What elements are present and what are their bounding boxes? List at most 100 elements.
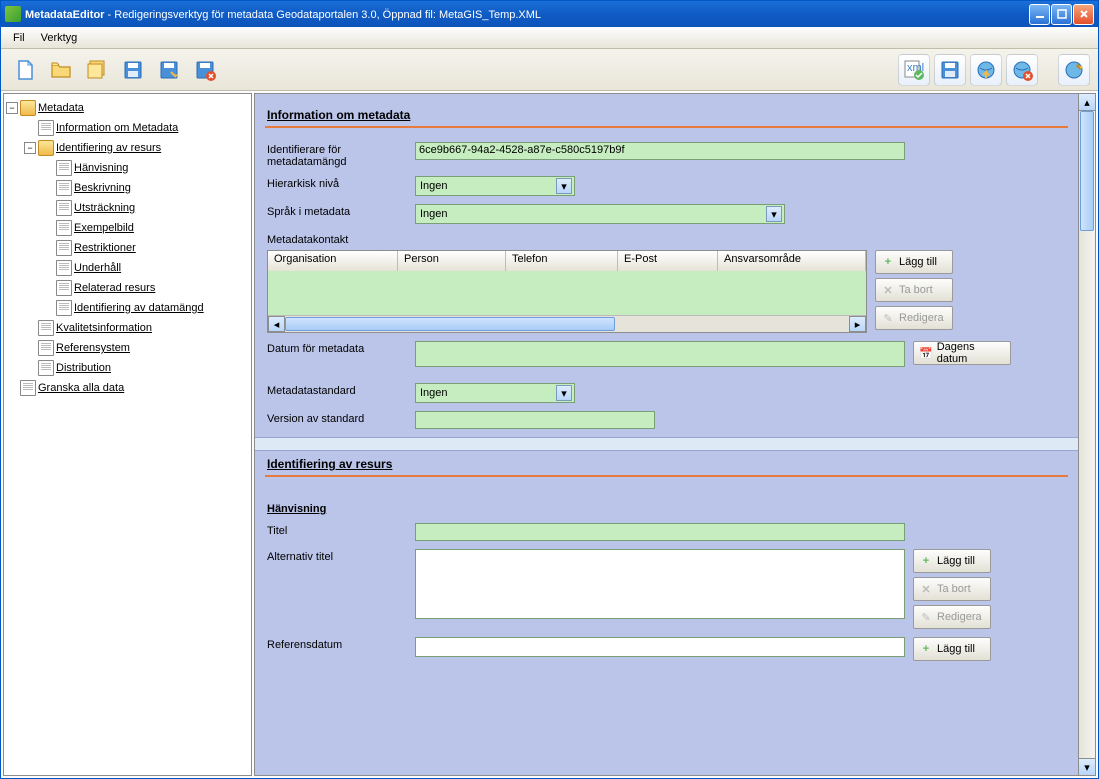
vscroll-thumb[interactable] [1080, 111, 1094, 231]
input-refdatum[interactable] [415, 637, 905, 657]
col-ansvar[interactable]: Ansvarsområde [718, 251, 866, 271]
validate-button[interactable]: xml [898, 54, 930, 86]
edit-alttitel-button[interactable]: ✎Redigera [913, 605, 991, 629]
folder-open-icon [20, 100, 36, 116]
select-sprak[interactable]: Ingen ▾ [415, 204, 785, 224]
tree-info-metadata[interactable]: Information om Metadata [6, 118, 249, 138]
tree-exempelbild[interactable]: Exempelbild [6, 218, 249, 238]
tree-underhall[interactable]: Underhåll [6, 258, 249, 278]
file-icon [38, 120, 54, 136]
file-icon [38, 340, 54, 356]
label-version: Version av standard [265, 411, 415, 425]
upload-button[interactable] [970, 54, 1002, 86]
tree-utstrackning[interactable]: Utsträckning [6, 198, 249, 218]
scroll-left-icon[interactable]: ◂ [268, 316, 285, 332]
scroll-down-icon[interactable]: ▾ [1079, 758, 1095, 775]
section-gap [255, 437, 1078, 451]
plus-icon: + [919, 642, 933, 656]
label-identifier: Identifierare för metadatamängd [265, 142, 415, 168]
pencil-icon: ✎ [919, 610, 933, 624]
today-button[interactable]: 📅Dagens datum [913, 341, 1011, 365]
scroll-area: Information om metadata Identifierare fö… [254, 93, 1079, 776]
tree-granska[interactable]: Granska alla data [6, 378, 249, 398]
maximize-button[interactable] [1051, 4, 1072, 25]
input-datum[interactable] [415, 341, 905, 367]
tree-pane[interactable]: − Metadata Information om Metadata − Ide… [3, 93, 252, 776]
select-standard[interactable]: Ingen ▾ [415, 383, 575, 403]
label-standard: Metadatastandard [265, 383, 415, 397]
tree-kvalitet[interactable]: Kvalitetsinformation [6, 318, 249, 338]
section-info-title: Information om metadata [265, 102, 1068, 124]
collapse-icon[interactable]: − [24, 142, 36, 154]
contact-table: Organisation Person Telefon E-Post Ansva… [267, 250, 867, 333]
col-telefon[interactable]: Telefon [506, 251, 618, 271]
plus-icon: + [919, 554, 933, 568]
table-body[interactable] [268, 271, 866, 315]
tree-restriktioner[interactable]: Restriktioner [6, 238, 249, 258]
file-icon [56, 280, 72, 296]
tree-ident-datamangd[interactable]: Identifiering av datamängd [6, 298, 249, 318]
chevron-down-icon: ▾ [766, 206, 782, 222]
app-icon [5, 6, 21, 22]
body-area: − Metadata Information om Metadata − Ide… [1, 91, 1098, 778]
window-title: MetadataEditor - Redigeringsverktyg för … [25, 7, 1029, 21]
download-button[interactable] [1006, 54, 1038, 86]
tree-beskrivning[interactable]: Beskrivning [6, 178, 249, 198]
input-identifier[interactable]: 6ce9b667-94a2-4528-a87e-c580c5197b9f [415, 142, 905, 160]
file-icon [56, 240, 72, 256]
add-contact-button[interactable]: +Lägg till [875, 250, 953, 274]
save-remote-button[interactable] [934, 54, 966, 86]
new-file-button[interactable] [9, 54, 41, 86]
folder-open-icon [38, 140, 54, 156]
label-alt-titel: Alternativ titel [265, 549, 415, 563]
save-multi-button[interactable] [81, 54, 113, 86]
col-org[interactable]: Organisation [268, 251, 398, 271]
save-as-button[interactable] [153, 54, 185, 86]
tree-hanvisning[interactable]: Hänvisning [6, 158, 249, 178]
close-button[interactable] [1073, 4, 1094, 25]
scroll-up-icon[interactable]: ▴ [1079, 94, 1095, 111]
app-window: MetadataEditor - Redigeringsverktyg för … [0, 0, 1099, 779]
file-icon [38, 320, 54, 336]
vscrollbar[interactable]: ▴ ▾ [1079, 93, 1096, 776]
subsection-hanvisning: Hänvisning [265, 491, 1068, 523]
hscroll-thumb[interactable] [285, 317, 615, 331]
minimize-button[interactable] [1029, 4, 1050, 25]
collapse-icon[interactable]: − [6, 102, 18, 114]
tree-distribution[interactable]: Distribution [6, 358, 249, 378]
delete-button[interactable] [189, 54, 221, 86]
open-file-button[interactable] [45, 54, 77, 86]
col-person[interactable]: Person [398, 251, 506, 271]
file-icon [56, 180, 72, 196]
input-alt-titel[interactable] [415, 549, 905, 619]
edit-contact-button[interactable]: ✎Redigera [875, 306, 953, 330]
menu-tools[interactable]: Verktyg [33, 30, 86, 46]
menu-file[interactable]: Fil [5, 30, 33, 46]
label-datum: Datum för metadata [265, 341, 415, 355]
file-icon [56, 160, 72, 176]
remove-alttitel-button[interactable]: ✕Ta bort [913, 577, 991, 601]
scroll-right-icon[interactable]: ▸ [849, 316, 866, 332]
select-hierarki[interactable]: Ingen ▾ [415, 176, 575, 196]
menubar: Fil Verktyg [1, 27, 1098, 49]
input-titel[interactable] [415, 523, 905, 541]
plus-icon: + [881, 255, 895, 269]
remove-contact-button[interactable]: ✕Ta bort [875, 278, 953, 302]
file-icon [56, 200, 72, 216]
add-alttitel-button[interactable]: +Lägg till [913, 549, 991, 573]
tree-relaterad[interactable]: Relaterad resurs [6, 278, 249, 298]
col-epost[interactable]: E-Post [618, 251, 718, 271]
input-version[interactable] [415, 411, 655, 429]
hscrollbar[interactable]: ◂ ▸ [268, 315, 866, 332]
chevron-down-icon: ▾ [556, 385, 572, 401]
tree-refsys[interactable]: Referensystem [6, 338, 249, 358]
file-icon [38, 360, 54, 376]
save-button[interactable] [117, 54, 149, 86]
tree-root[interactable]: − Metadata [6, 98, 249, 118]
add-refdatum-button[interactable]: +Lägg till [913, 637, 991, 661]
tree-identifiering[interactable]: − Identifiering av resurs [6, 138, 249, 158]
label-titel: Titel [265, 523, 415, 537]
file-icon [56, 260, 72, 276]
settings-button[interactable] [1058, 54, 1090, 86]
file-icon [56, 220, 72, 236]
